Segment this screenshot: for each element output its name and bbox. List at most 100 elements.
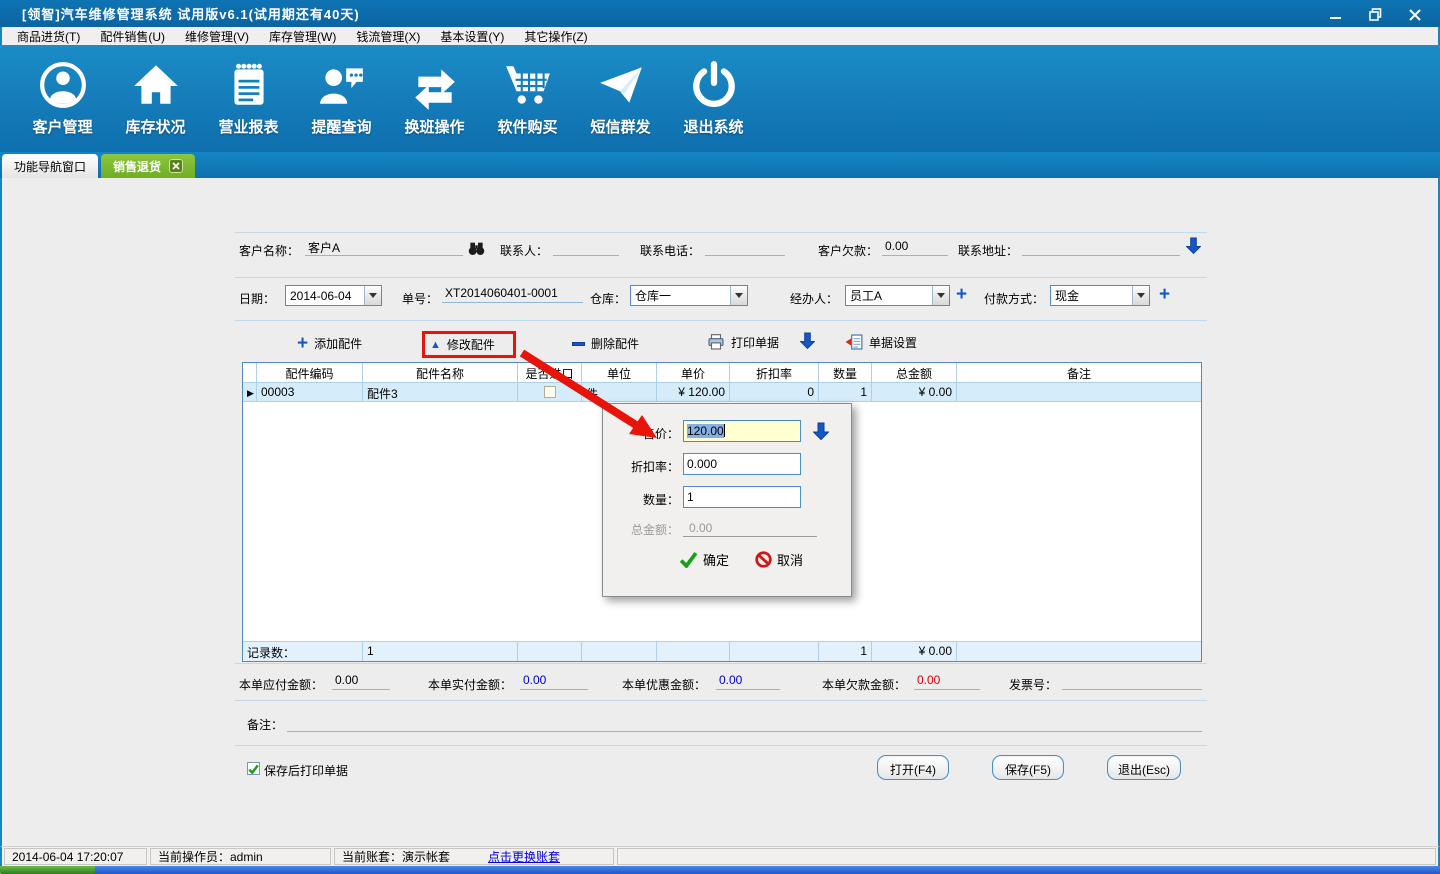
reminder-icon (319, 68, 363, 104)
toolbar-customer-mgmt[interactable]: 客户管理 (16, 60, 109, 137)
title-bar: [领智]汽车维修管理系统 试用版v6.1(试用期还有40天) (0, 0, 1440, 27)
toolbar-sms-broadcast[interactable]: 短信群发 (574, 60, 667, 137)
tab-function-navigation[interactable]: 功能导航窗口 (2, 154, 99, 178)
check-icon (679, 552, 698, 568)
menu-item-repair-mgmt[interactable]: 维修管理(V) (176, 27, 258, 46)
paid-field[interactable]: 0.00 (520, 673, 588, 690)
add-payment-icon[interactable]: + (1159, 285, 1170, 304)
menu-item-parts-sales[interactable]: 配件销售(U) (91, 27, 174, 46)
status-account: 当前账套：演示帐套 点击更换账套 (334, 848, 614, 865)
discount-amount-field[interactable]: 0.00 (716, 673, 780, 690)
date-label: 日期： (239, 292, 276, 306)
phone-label: 联系电话： (640, 244, 701, 258)
start-button[interactable] (0, 866, 95, 874)
minimize-icon[interactable] (1328, 7, 1342, 21)
power-icon (692, 61, 735, 107)
payable-label: 本单应付金额： (239, 678, 324, 692)
cancel-icon (755, 551, 772, 568)
document-settings-icon (845, 334, 863, 350)
menu-item-cashflow-mgmt[interactable]: 钱流管理(X) (347, 27, 429, 46)
col-total[interactable]: 总金额 (872, 363, 957, 382)
status-spacer (617, 848, 1436, 865)
combo-arrow-icon[interactable] (364, 286, 381, 305)
operator-combobox[interactable]: 员工A (845, 285, 950, 306)
table-row[interactable]: ▶ 00003 配件3 件 ¥ 120.00 0 1 ¥ 0.00 (243, 383, 1201, 402)
remark-label: 备注： (247, 718, 284, 732)
table-header-row: 配件编码 配件名称 是否进口 单位 单价 折扣率 数量 总金额 备注 (243, 363, 1201, 383)
save-button[interactable]: 保存(F5) (992, 755, 1064, 780)
restore-icon[interactable] (1368, 7, 1382, 21)
toolbar-reminder-query[interactable]: 提醒查询 (295, 60, 388, 137)
record-count-label: 记录数： (243, 642, 363, 661)
plus-icon: + (297, 332, 309, 354)
warehouse-combobox[interactable]: 仓库一 (630, 285, 748, 306)
add-operator-icon[interactable]: + (956, 285, 967, 304)
status-bar: 2014-06-04 17:20:07 当前操作员：admin 当前账套：演示帐… (0, 846, 1440, 866)
toolbar-software-purchase[interactable]: 软件购买 (481, 60, 574, 137)
col-discount-rate[interactable]: 折扣率 (730, 363, 819, 382)
separator (235, 663, 1207, 664)
toolbar-business-report[interactable]: 营业报表 (202, 60, 295, 137)
toolbar-shift-change[interactable]: 换班操作 (388, 60, 481, 137)
quantity-label: 数量： (642, 493, 679, 507)
menu-item-basic-settings[interactable]: 基本设置(Y) (431, 27, 513, 46)
menu-item-goods-purchase[interactable]: 商品进货(T) (8, 27, 89, 46)
menu-item-inventory-mgmt[interactable]: 库存管理(W) (260, 27, 345, 46)
col-remark[interactable]: 备注 (957, 363, 1201, 382)
combo-arrow-icon[interactable] (730, 286, 747, 305)
move-down-arrow-icon[interactable] (800, 331, 815, 350)
toolbar-inventory-status[interactable]: 库存状况 (109, 60, 202, 137)
address-field[interactable] (1022, 239, 1180, 256)
combo-arrow-icon[interactable] (932, 286, 949, 305)
annotation-arrow-icon (519, 349, 657, 438)
menu-item-other-ops[interactable]: 其它操作(Z) (515, 27, 596, 46)
contact-field[interactable] (553, 239, 619, 256)
debt-amount-field: 0.00 (914, 673, 980, 690)
app-window: [领智]汽车维修管理系统 试用版v6.1(试用期还有40天) 商品进货(T) 配… (0, 0, 1440, 874)
check-icon (248, 764, 259, 774)
remark-field[interactable] (287, 731, 1202, 732)
customer-name-field[interactable]: 客户A (305, 239, 463, 256)
cancel-button[interactable]: 取消 (755, 550, 803, 569)
phone-field[interactable] (705, 239, 785, 256)
contact-label: 联系人： (500, 244, 549, 258)
user-icon (39, 62, 86, 108)
toolbar-exit-system[interactable]: 退出系统 (667, 60, 760, 137)
close-icon[interactable] (1408, 7, 1422, 21)
customer-name-label: 客户名称： (239, 244, 300, 258)
total-amount-value: 0.00 (689, 521, 713, 535)
tab-sales-return[interactable]: 销售退货 (101, 154, 196, 178)
status-operator: 当前操作员：admin (150, 848, 331, 865)
switch-account-link[interactable]: 点击更换账套 (488, 848, 560, 865)
sale-price-input[interactable]: 120.00 (683, 420, 801, 442)
col-part-code[interactable]: 配件编码 (257, 363, 363, 382)
order-no-label: 单号： (402, 292, 439, 306)
send-message-icon (599, 67, 642, 103)
warehouse-label: 仓库： (590, 292, 627, 306)
col-quantity[interactable]: 数量 (819, 363, 872, 382)
price-lookup-arrow-icon[interactable] (813, 421, 829, 441)
add-part-button[interactable]: + 添加配件 (297, 332, 362, 354)
col-part-name[interactable]: 配件名称 (363, 363, 518, 382)
open-button[interactable]: 打开(F4) (877, 755, 949, 780)
exit-button[interactable]: 退出(Esc) (1107, 755, 1181, 780)
payable-field: 0.00 (332, 673, 390, 690)
main-toolbar: 客户管理 库存状况 营业报表 提醒查询 换班操作 软件购买 短信群发 退出系统 (0, 45, 1440, 152)
total-underline (683, 536, 817, 537)
print-after-save-checkbox[interactable] (247, 762, 260, 775)
date-combobox[interactable]: 2014-06-04 (285, 285, 382, 306)
print-order-button[interactable]: 打印单据 (707, 333, 779, 351)
combo-arrow-icon[interactable] (1132, 286, 1149, 305)
confirm-button[interactable]: 确定 (679, 550, 729, 569)
expand-down-arrow-icon[interactable] (1186, 236, 1201, 255)
total-amount-label: 总金额： (630, 523, 679, 537)
tab-close-icon[interactable] (169, 159, 184, 173)
order-settings-button[interactable]: 单据设置 (845, 333, 917, 351)
order-no-field[interactable]: XT2014060401-0001 (442, 286, 583, 303)
binoculars-search-icon[interactable] (468, 240, 485, 257)
invoice-no-field[interactable] (1062, 673, 1202, 690)
quantity-input[interactable]: 1 (683, 486, 801, 508)
payment-combobox[interactable]: 现金 (1050, 285, 1150, 306)
print-after-save-label: 保存后打印单据 (264, 764, 349, 778)
discount-rate-input[interactable]: 0.000 (683, 453, 801, 475)
